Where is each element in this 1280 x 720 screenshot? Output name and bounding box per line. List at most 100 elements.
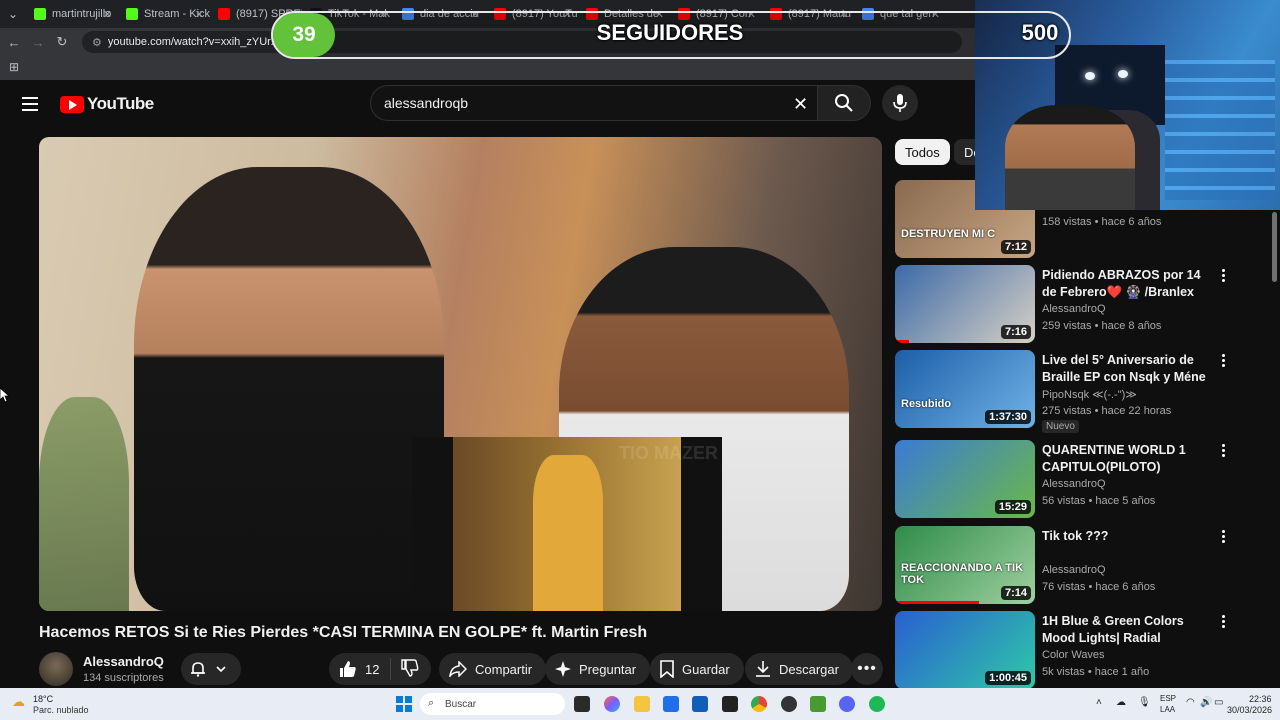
youtube-play-icon [60,95,84,113]
more-vertical-icon[interactable] [1219,269,1227,284]
search-query-text: alessandroqb [384,95,469,111]
tray-mic-icon[interactable]: 🎙 [1138,697,1151,708]
related-video-meta: 56 vistas • hace 5 años [1042,495,1156,507]
file-explorer-icon[interactable] [634,696,650,712]
new-badge: Nuevo [1042,420,1079,433]
save-button[interactable]: Guardar [650,653,744,685]
related-video-title[interactable]: Live del 5° Aniversario de Braille EP co… [1042,352,1212,386]
related-video-channel[interactable]: Color Waves [1042,649,1105,661]
download-button[interactable]: Descargar [745,653,853,685]
youtube-logo[interactable]: YouTube [60,94,154,114]
discord-icon[interactable] [839,696,855,712]
voice-search-button[interactable] [882,85,918,121]
browser-tab[interactable]: Stream - Kick ✕ [118,0,210,28]
tab-favicon-icon [34,8,46,20]
apps-grid-icon[interactable]: ⊞ [9,60,19,74]
related-video-item[interactable]: REACCIONANDO A TIK TOK 7:14 Tik tok ??? Ale… [895,526,1235,606]
related-video-item[interactable]: 1:00:45 1H Blue & Green Colors Mood Light… [895,611,1235,691]
weather-icon[interactable]: ☁ [12,694,25,710]
mouse-cursor-icon [0,388,10,403]
ask-button[interactable]: Preguntar [545,653,651,685]
thumbs-up-icon [340,661,356,677]
reload-icon[interactable]: ↻ [50,34,74,50]
search-button[interactable] [817,85,871,121]
related-video-channel[interactable]: AlessandroQ [1042,564,1106,576]
related-video-title[interactable]: Pidiendo ABRAZOS por 14 de Febrero❤️ 🎡 /… [1042,267,1212,301]
related-video-meta: 259 vistas • hace 8 años [1042,320,1162,332]
related-video-title[interactable]: 1H Blue & Green Colors Mood Lights| Radi… [1042,613,1212,647]
forward-icon[interactable]: → [26,35,50,50]
clear-search-icon[interactable]: ✕ [793,94,808,115]
store-icon[interactable] [663,696,679,712]
video-duration: 7:16 [1000,325,1031,339]
related-video-item[interactable]: 7:16 Pidiendo ABRAZOS por 14 de Febrero❤️… [895,265,1235,345]
scrollbar[interactable] [1272,212,1277,282]
battery-icon[interactable]: ▭ [1214,697,1223,708]
video-thumbnail[interactable]: 15:29 [895,440,1035,518]
chrome-icon[interactable] [751,696,767,712]
obs-icon[interactable] [781,696,797,712]
more-vertical-icon[interactable] [1219,354,1227,369]
epic-games-icon[interactable] [722,696,738,712]
related-video-channel[interactable]: AlessandroQ [1042,478,1106,490]
chevron-down-icon [216,666,226,673]
tray-chevron-up-icon[interactable]: ˄ [1096,697,1102,708]
related-video-channel[interactable]: AlessandroQ [1042,303,1106,315]
more-actions-button[interactable]: ••• [851,653,883,685]
spotify-icon[interactable] [869,696,885,712]
webcam-person [1005,105,1135,210]
wifi-icon[interactable]: ◠ [1186,697,1195,708]
save-label: Guardar [682,661,730,677]
taskbar-search-input[interactable]: ⌕ Buscar [420,693,565,715]
related-video-item[interactable]: 15:29 QUARENTINE WORLD 1 CAPITULO(PILOTO)… [895,440,1235,520]
keyboard-layout[interactable]: LAA [1160,705,1175,714]
video-thumbnail[interactable]: REACCIONANDO A TIK TOK 7:14 [895,526,1035,604]
video-player[interactable]: TIO MAZER [39,137,882,611]
tab-close-icon[interactable]: ✕ [195,8,204,21]
menu-icon[interactable] [22,97,38,111]
related-video-title[interactable]: Tik tok ??? [1042,528,1212,545]
related-video-item[interactable]: Resubido 1:37:30 Live del 5° Aniversario d… [895,350,1235,433]
channel-name[interactable]: AlessandroQ [83,654,164,669]
thumbnail-caption: Resubido [901,398,952,410]
clock-date[interactable]: 30/03/2026 [1227,705,1272,715]
clock-time[interactable]: 22:36 [1249,694,1272,704]
minecraft-icon[interactable] [810,696,826,712]
more-vertical-icon[interactable] [1219,444,1227,459]
video-thumbnail[interactable]: 7:16 [895,265,1035,343]
language-code[interactable]: ESP [1160,694,1176,703]
search-input[interactable]: alessandroqb [370,85,818,121]
tab-list-chevron-icon[interactable]: ⌄ [0,0,26,28]
video-duration: 1:37:30 [985,410,1031,424]
outlook-icon[interactable] [692,696,708,712]
tab-close-icon[interactable]: ✕ [103,8,112,21]
inset-person [533,455,603,611]
ask-label: Preguntar [579,661,637,677]
related-video-title[interactable]: QUARENTINE WORLD 1 CAPITULO(PILOTO) [1042,442,1212,476]
dislike-button[interactable] [391,658,427,680]
back-icon[interactable]: ← [2,35,26,50]
volume-icon[interactable]: 🔊 [1200,697,1212,708]
site-info-icon[interactable]: ⚙ [92,36,102,49]
like-button[interactable]: 12 [329,658,391,680]
youtube-header: YouTube alessandroqb ✕ [0,80,975,130]
task-view-icon[interactable] [574,696,590,712]
start-button[interactable] [396,696,412,712]
weather-temperature[interactable]: 18°C [33,694,53,704]
chip-all[interactable]: Todos [895,139,950,165]
weather-description[interactable]: Parc. nublado [33,705,89,715]
thumbs-down-icon [401,658,419,677]
more-vertical-icon[interactable] [1219,615,1227,630]
notifications-button[interactable] [181,653,241,685]
more-vertical-icon[interactable] [1219,530,1227,545]
copilot-icon[interactable] [604,696,620,712]
share-label: Compartir [475,661,533,677]
related-video-channel[interactable]: PipoNsqk ≪(-.-")≫ [1042,388,1137,401]
channel-avatar[interactable] [39,652,73,686]
video-thumbnail[interactable]: Resubido 1:37:30 [895,350,1035,428]
tab-favicon-icon [126,8,138,20]
browser-tab[interactable]: martintrujillo ✕ [26,0,118,28]
video-thumbnail[interactable]: 1:00:45 [895,611,1035,689]
share-button[interactable]: Compartir [439,653,547,685]
onedrive-icon[interactable]: ☁ [1116,697,1126,708]
